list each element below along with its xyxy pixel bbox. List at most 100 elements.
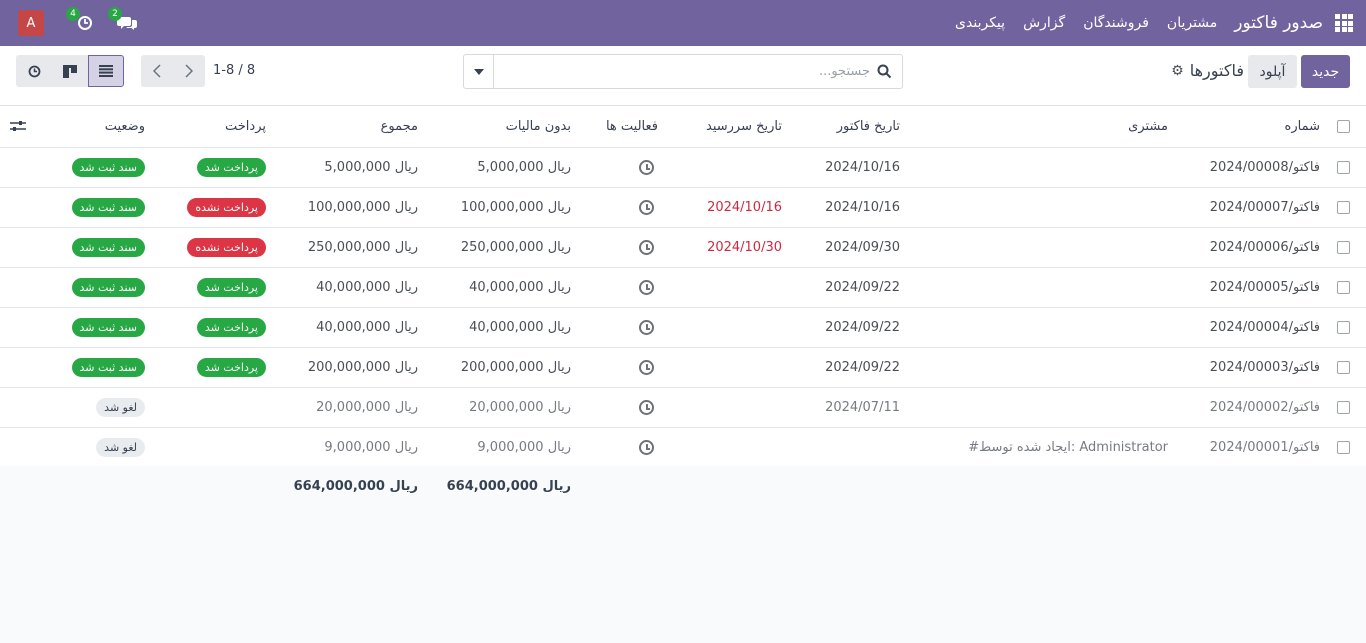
table-row[interactable]: فاکتو/2024/00007 2024/10/16 2024/10/16 ریال… bbox=[0, 188, 1366, 228]
payment-status-badge: پرداخت شد bbox=[196, 148, 266, 187]
header-status[interactable]: وضعیت bbox=[105, 106, 145, 147]
state-badge-label: سند ثبت شد bbox=[71, 318, 145, 337]
cell-total: ریال 100,000,000 bbox=[307, 200, 418, 215]
cell-number: فاکتو/2024/00005 bbox=[1209, 280, 1320, 295]
table-row[interactable]: فاکتو/2024/00008 2024/10/16 ریال 5,000,000… bbox=[0, 148, 1366, 188]
total-untaxed: ریال 664,000,000 bbox=[446, 478, 571, 494]
cell-number: فاکتو/2024/00006 bbox=[1209, 240, 1320, 255]
state-badge-label: سند ثبت شد bbox=[71, 278, 145, 297]
state-badge-label: سند ثبت شد bbox=[71, 198, 145, 217]
state-badge-label: سند ثبت شد bbox=[71, 238, 145, 257]
apps-menu-icon[interactable] bbox=[1335, 14, 1353, 32]
row-checkbox[interactable] bbox=[1337, 308, 1350, 347]
table-row[interactable]: فاکتو/2024/00002 2024/07/11 ریال 20,000,00… bbox=[0, 388, 1366, 428]
cell-number: فاکتو/2024/00008 bbox=[1209, 160, 1320, 175]
menu-customers[interactable]: مشتریان bbox=[1158, 15, 1226, 31]
menu-reporting[interactable]: گزارش bbox=[1014, 15, 1074, 31]
list-view-button[interactable] bbox=[88, 55, 124, 87]
cell-customer: #ایجاد شده توسط: Administrator bbox=[968, 440, 1168, 455]
kanban-icon bbox=[63, 64, 77, 78]
activity-clock-icon[interactable] bbox=[639, 188, 654, 227]
activity-clock-icon[interactable] bbox=[639, 228, 654, 267]
table-row[interactable]: فاکتو/2024/00003 2024/09/22 ریال 200,000,0… bbox=[0, 348, 1366, 388]
header-total[interactable]: مجموع bbox=[381, 106, 418, 147]
chat-count-badge: 2 bbox=[108, 7, 122, 21]
cell-untaxed: ریال 250,000,000 bbox=[460, 240, 571, 255]
state-badge: سند ثبت شد bbox=[71, 308, 145, 347]
activity-clock-icon[interactable] bbox=[639, 148, 654, 187]
state-badge: سند ثبت شد bbox=[71, 228, 145, 267]
activity-clock-icon[interactable] bbox=[639, 348, 654, 387]
activity-clock-icon[interactable] bbox=[639, 388, 654, 427]
activity-clock-icon[interactable] bbox=[639, 428, 654, 467]
payment-status-badge: پرداخت شد bbox=[196, 308, 266, 347]
activity-clock-icon[interactable] bbox=[639, 308, 654, 347]
cell-invoice-date: 2024/09/30 bbox=[825, 240, 900, 255]
row-checkbox[interactable] bbox=[1337, 228, 1350, 267]
menu-configuration[interactable]: پیکربندی bbox=[946, 15, 1014, 31]
state-badge-label: لغو شد bbox=[96, 398, 145, 417]
cell-number: فاکتو/2024/00001 bbox=[1209, 440, 1320, 455]
cell-untaxed: ریال 40,000,000 bbox=[469, 320, 571, 335]
search-bar bbox=[463, 54, 903, 89]
cell-total: ریال 9,000,000 bbox=[324, 440, 418, 455]
payment-status-badge: پرداخت نشده bbox=[187, 188, 266, 227]
payment-badge-label: پرداخت نشده bbox=[187, 198, 266, 217]
row-checkbox[interactable] bbox=[1337, 348, 1350, 387]
header-payment[interactable]: پرداخت bbox=[225, 106, 266, 147]
gear-icon[interactable]: ⚙ bbox=[1171, 63, 1184, 79]
breadcrumb-title[interactable]: فاکتورها bbox=[1190, 61, 1244, 80]
activity-view-button[interactable] bbox=[16, 55, 52, 87]
control-panel: جدید آپلود فاکتورها ⚙ 1-8 / 8 bbox=[0, 46, 1366, 106]
kanban-view-button[interactable] bbox=[52, 55, 88, 87]
search-dropdown-toggle[interactable] bbox=[464, 55, 494, 88]
chevron-right-icon bbox=[185, 64, 193, 78]
cell-untaxed: ریال 20,000,000 bbox=[469, 400, 571, 415]
header-due-date[interactable]: تاریخ سررسید bbox=[706, 106, 782, 147]
cell-total: ریال 40,000,000 bbox=[316, 320, 418, 335]
chevron-left-icon bbox=[153, 64, 161, 78]
state-badge-label: لغو شد bbox=[96, 438, 145, 457]
cell-untaxed: ریال 5,000,000 bbox=[477, 160, 571, 175]
header-customer[interactable]: مشتری bbox=[1128, 106, 1168, 147]
search-icon[interactable] bbox=[877, 64, 892, 79]
upload-button[interactable]: آپلود bbox=[1248, 55, 1297, 88]
optional-columns-icon[interactable] bbox=[10, 120, 26, 136]
payment-status-badge: پرداخت شد bbox=[196, 348, 266, 387]
table-row[interactable]: فاکتو/2024/00004 2024/09/22 ریال 40,000,00… bbox=[0, 308, 1366, 348]
pager-next-button[interactable] bbox=[173, 55, 205, 87]
table-row[interactable]: فاکتو/2024/00006 2024/09/30 2024/10/30 ریال… bbox=[0, 228, 1366, 268]
row-checkbox[interactable] bbox=[1337, 148, 1350, 187]
header-number[interactable]: شماره bbox=[1285, 106, 1320, 147]
pager-value[interactable]: 1-8 / 8 bbox=[213, 63, 255, 78]
activity-icon[interactable]: 4 bbox=[66, 7, 96, 34]
cell-invoice-date: 2024/09/22 bbox=[825, 280, 900, 295]
activity-count-badge: 4 bbox=[66, 7, 80, 21]
row-checkbox[interactable] bbox=[1337, 268, 1350, 307]
payment-badge-label: پرداخت شد bbox=[196, 158, 266, 177]
cell-invoice-date: 2024/09/22 bbox=[825, 320, 900, 335]
header-invoice-date[interactable]: تاریخ فاکتور bbox=[837, 106, 900, 147]
cell-total: ریال 200,000,000 bbox=[307, 360, 418, 375]
cell-due-date: 2024/10/16 bbox=[707, 200, 782, 215]
row-checkbox[interactable] bbox=[1337, 188, 1350, 227]
row-checkbox[interactable] bbox=[1337, 428, 1350, 467]
app-brand[interactable]: صدور فاکتور bbox=[1234, 13, 1323, 33]
header-untaxed[interactable]: بدون مالیات bbox=[506, 106, 571, 147]
select-all-checkbox[interactable] bbox=[1337, 106, 1350, 147]
table-row[interactable]: فاکتو/2024/00005 2024/09/22 ریال 40,000,00… bbox=[0, 268, 1366, 308]
cell-total: ریال 5,000,000 bbox=[324, 160, 418, 175]
menu-vendors[interactable]: فروشندگان bbox=[1074, 15, 1158, 31]
cell-invoice-date: 2024/10/16 bbox=[825, 200, 900, 215]
header-activities[interactable]: فعالیت ها bbox=[606, 106, 658, 147]
search-input[interactable] bbox=[510, 61, 870, 81]
row-checkbox[interactable] bbox=[1337, 388, 1350, 427]
new-button[interactable]: جدید bbox=[1301, 55, 1350, 88]
state-badge: سند ثبت شد bbox=[71, 348, 145, 387]
clock-icon bbox=[28, 65, 40, 77]
user-avatar[interactable]: A bbox=[18, 10, 44, 36]
pager-previous-button[interactable] bbox=[141, 55, 173, 87]
table-row[interactable]: فاکتو/2024/00001 #ایجاد شده توسط: Adminis… bbox=[0, 428, 1366, 468]
chat-icon[interactable]: 2 bbox=[108, 7, 138, 34]
activity-clock-icon[interactable] bbox=[639, 268, 654, 307]
